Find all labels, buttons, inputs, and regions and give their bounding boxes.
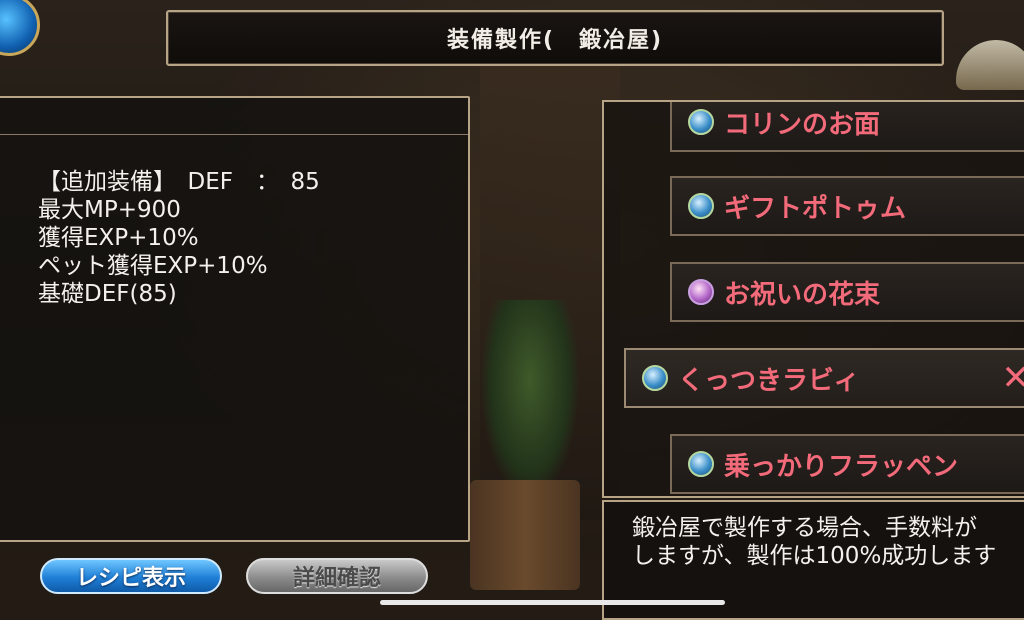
page-title: 装備製作( 鍛冶屋)	[446, 28, 664, 53]
hat-icon	[688, 451, 714, 477]
description-line: 鍛冶屋で製作する場合、手数料が	[632, 515, 977, 541]
stat-line: 最大MP+900	[38, 197, 181, 223]
item-label: お祝いの花束	[724, 279, 881, 310]
hat-icon	[688, 109, 714, 135]
description-line: しますが、製作は100%成功します	[632, 543, 997, 569]
close-icon[interactable]: ✕	[1002, 358, 1024, 398]
stat-line: 【追加装備】 DEF ： 85	[38, 169, 320, 195]
stat-line: 獲得EXP+10%	[38, 225, 199, 251]
list-item[interactable]: 乗っかりフラッペン	[670, 434, 1024, 494]
home-indicator[interactable]	[380, 600, 725, 605]
hat-icon	[642, 365, 668, 391]
stat-line: ペット獲得EXP+10%	[38, 253, 268, 279]
recipe-button[interactable]: レシピ表示	[40, 558, 222, 594]
list-item[interactable]: コリンのお面	[670, 102, 1024, 152]
background-pot	[470, 480, 580, 590]
panel-divider	[0, 134, 468, 135]
background-lamp	[956, 40, 1024, 90]
detail-button[interactable]: 詳細確認	[246, 558, 428, 594]
item-label: ギフトポトゥム	[724, 193, 907, 224]
item-label: 乗っかりフラッペン	[724, 451, 959, 482]
stats-list: 【追加装備】 DEF ： 85 最大MP+900 獲得EXP+10% ペット獲得…	[38, 168, 320, 308]
title-bar: 装備製作( 鍛冶屋)	[166, 10, 944, 66]
item-list-panel[interactable]: コリンのお面 ギフトポトゥム お祝いの花束 くっつきラビィ ✕ 乗っかりフラッペ…	[602, 100, 1024, 498]
list-item-selected[interactable]: くっつきラビィ ✕	[624, 348, 1024, 408]
hat-icon	[688, 193, 714, 219]
background-plant	[480, 300, 580, 500]
menu-orb-button[interactable]	[0, 0, 40, 56]
equipment-stats-panel: 【追加装備】 DEF ： 85 最大MP+900 獲得EXP+10% ペット獲得…	[0, 96, 470, 542]
wand-icon	[688, 279, 714, 305]
item-label: コリンのお面	[724, 109, 881, 140]
stat-line: 基礎DEF(85)	[38, 281, 177, 307]
list-item[interactable]: お祝いの花束	[670, 262, 1024, 322]
list-item[interactable]: ギフトポトゥム	[670, 176, 1024, 236]
item-label: くっつきラビィ	[678, 365, 860, 396]
